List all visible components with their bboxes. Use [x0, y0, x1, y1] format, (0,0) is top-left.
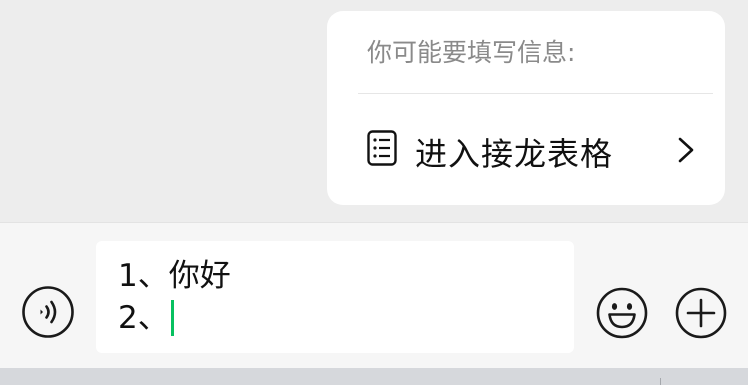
- divider: [660, 378, 661, 385]
- message-input[interactable]: 1、你好 2、: [96, 241, 574, 353]
- emoji-icon[interactable]: [596, 287, 648, 339]
- plus-icon[interactable]: [675, 287, 727, 339]
- divider: [358, 93, 713, 94]
- input-text-line-2: 2、: [118, 299, 174, 338]
- suggestion-card: 你可能要填写信息: 进入接龙表格: [327, 11, 725, 205]
- voice-input-icon[interactable]: [21, 285, 75, 339]
- chat-area: 你可能要填写信息: 进入接龙表格: [0, 0, 748, 222]
- keyboard-top-edge: [0, 368, 748, 385]
- form-list-icon: [367, 130, 397, 166]
- suggestion-header: 你可能要填写信息:: [367, 38, 576, 67]
- input-text-line-2-text: 2、: [118, 300, 169, 336]
- enter-relay-form-button[interactable]: 进入接龙表格: [327, 107, 725, 193]
- input-text-line-1: 1、你好: [118, 258, 231, 294]
- enter-relay-form-label: 进入接龙表格: [415, 135, 614, 173]
- chevron-right-icon: [678, 137, 694, 163]
- text-caret: [170, 299, 174, 336]
- input-bar: 1、你好 2、: [0, 222, 748, 368]
